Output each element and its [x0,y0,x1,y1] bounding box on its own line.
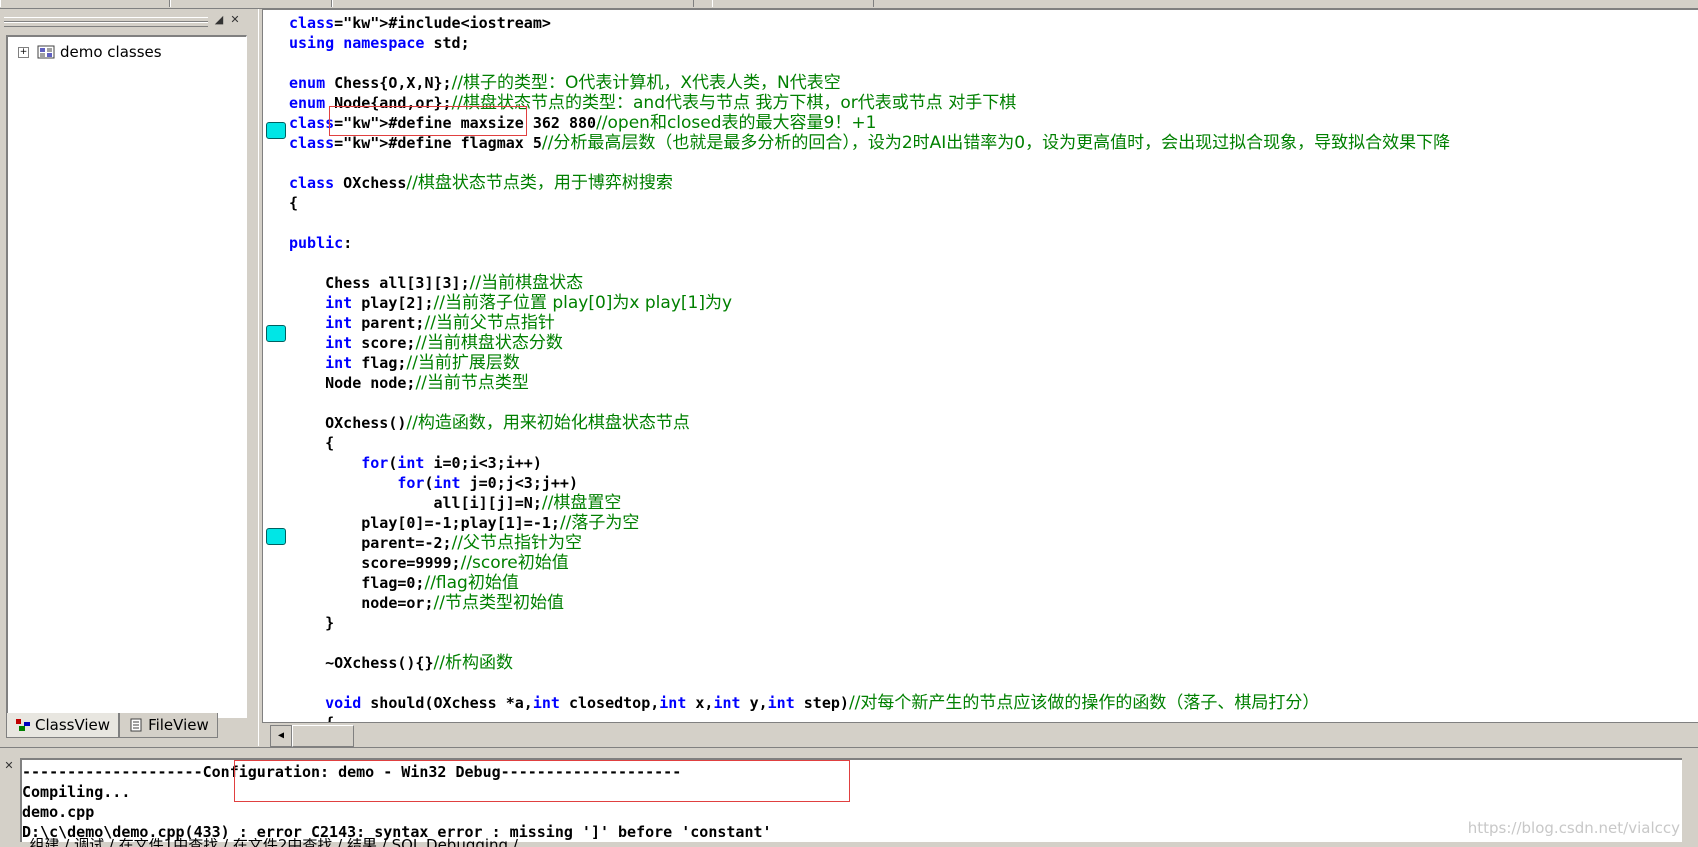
class-tree: + demo classes [6,35,247,718]
code-line[interactable]: int flag;//当前扩展层数 [289,353,520,373]
scroll-left-icon[interactable]: ◀ [270,725,292,747]
toolbar-segment [712,0,874,7]
code-line[interactable]: ~OXchess(){}//析构函数 [289,653,513,673]
code-line[interactable]: node=or;//节点类型初始值 [289,593,564,613]
expand-plus-icon[interactable]: + [18,46,29,58]
code-line[interactable]: play[0]=-1;play[1]=-1;//落子为空 [289,513,639,533]
workspace-close-icon[interactable]: ✕ [228,13,242,27]
code-line[interactable]: { [289,194,298,212]
toolbar-segment [332,0,694,7]
classes-folder-icon [37,45,55,59]
breakpoint-icon[interactable] [266,528,286,545]
code-line[interactable]: Node node;//当前节点类型 [289,373,529,393]
workspace-tabs: ClassView FileView [6,713,218,739]
workspace-panel: ◢ ✕ + demo classes ClassView FileView [0,9,258,746]
code-line[interactable]: class="kw">#include [289,14,461,32]
tree-item-demo-classes[interactable]: + demo classes [18,43,162,61]
code-line[interactable]: { [289,434,334,452]
output-line[interactable]: demo.cpp [22,803,94,821]
code-editor[interactable]: class="kw">#include<iostream> using name… [262,9,1698,732]
code-line[interactable]: public: [289,234,352,252]
file-view-icon [130,718,142,732]
class-view-icon [16,719,30,731]
tab-classview[interactable]: ClassView [6,713,120,738]
highlight-box [329,106,527,136]
error-highlight-box [234,760,850,802]
code-line[interactable]: flag=0;//flag初始值 [289,573,519,593]
code-line[interactable]: int play[2];//当前落子位置 play[0]为x play[1]为y [289,293,732,313]
workspace-grip[interactable] [4,17,208,27]
tab-fileview[interactable]: FileView [119,713,218,738]
tab-label: ClassView [35,716,111,734]
code-line[interactable]: } [289,614,334,632]
watermark: https://blog.csdn.net/vialccy [1467,819,1680,837]
editor-horizontal-scrollbar[interactable]: ◀ [262,722,1698,747]
top-toolbar-strip [0,0,1698,9]
breakpoint-icon[interactable] [266,325,286,342]
breakpoint-icon[interactable] [266,122,286,139]
toolbar-segment [0,0,170,7]
code-line[interactable]: using namespace std; [289,34,470,52]
code-line[interactable]: class OXchess//棋盘状态节点类，用于博弈树搜索 [289,173,673,193]
code-line[interactable]: OXchess()//构造函数，用来初始化棋盘状态节点 [289,413,690,433]
code-line[interactable]: int parent;//当前父节点指针 [289,313,555,333]
tab-label: FileView [148,716,209,734]
code-line[interactable]: enum Chess{O,X,N};//棋子的类型：O代表计算机，X代表人类，N… [289,73,841,93]
output-tabs[interactable]: 组建 / 调试 / 在文件1中查找 / 在文件2中查找 / 结果 / SQL D… [20,838,1020,847]
code-line[interactable]: all[i][j]=N;//棋盘置空 [289,493,621,513]
editor-gutter[interactable] [263,10,287,723]
output-close-icon[interactable]: ✕ [3,760,15,772]
tree-item-label: demo classes [60,43,162,61]
code-line[interactable]: Chess all[3][3];//当前棋盘状态 [289,273,583,293]
toolbar-segment [170,0,332,7]
code-line[interactable]: parent=-2;//父节点指针为空 [289,533,582,553]
code-line[interactable]: int score;//当前棋盘状态分数 [289,333,563,353]
scroll-thumb[interactable] [292,725,354,747]
output-line[interactable]: Compiling... [22,783,130,801]
code-line[interactable]: for(int j=0;j<3;j++) [289,474,578,492]
code-line[interactable]: score=9999;//score初始值 [289,553,569,573]
build-output[interactable]: --------------------Configuration: demo … [20,758,1682,842]
code-line[interactable]: for(int i=0;i<3;i++) [289,454,542,472]
code-line[interactable]: class="kw">#define [289,134,452,152]
output-panel: ✕ --------------------Configuration: dem… [0,756,1698,847]
workspace-restore-icon[interactable]: ◢ [212,13,226,27]
code-line[interactable]: void should(OXchess *a,int closedtop,int… [289,693,1319,713]
